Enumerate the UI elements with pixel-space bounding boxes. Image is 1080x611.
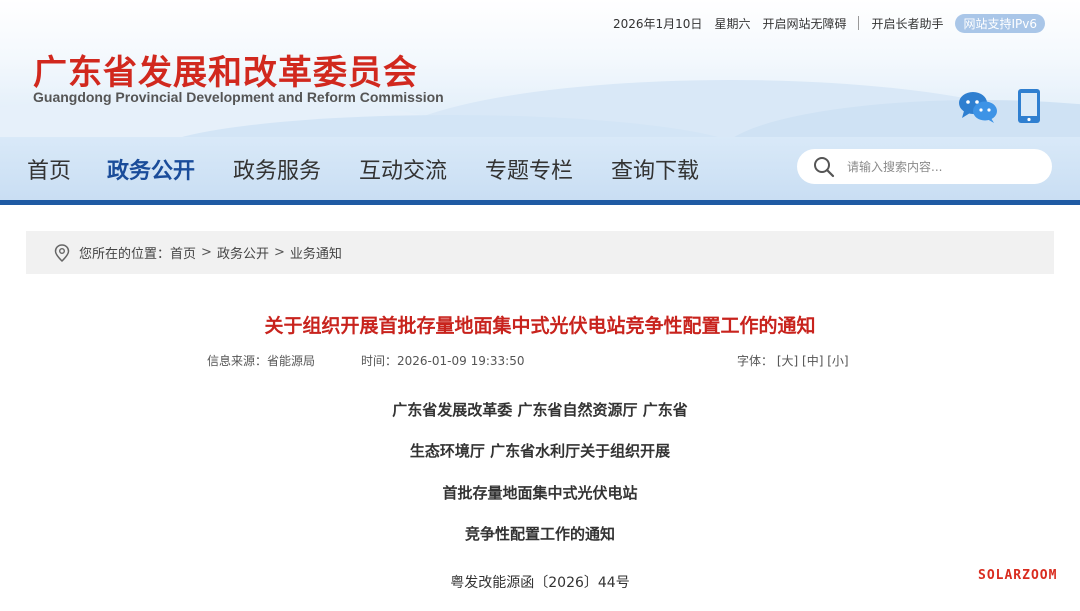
location-pin-icon [54,243,70,262]
time-value: 2026-01-09 19:33:50 [397,354,525,368]
nav-item-home[interactable]: 首页 [27,153,71,185]
article-time: 时间：2026-01-09 19:33:50 [361,352,524,369]
font-size-small[interactable]: [小] [827,354,848,368]
notice-heading-line: 广东省发展改革委 广东省自然资源厅 广东省 [392,401,688,419]
wechat-icon[interactable] [958,90,998,124]
font-size-label: 字体： [737,354,774,368]
nav-item-downloads[interactable]: 查询下载 [611,153,699,185]
notice-heading-line: 生态环境厅 广东省水利厅关于组织开展 [409,442,671,460]
notice-heading-line: 竞争性配置工作的通知 [464,525,615,543]
breadcrumb-business-notice[interactable]: 业务通知 [290,243,342,262]
current-date: 2026年1月10日 [612,16,703,31]
search-icon[interactable] [813,156,835,178]
breadcrumb-government-affairs[interactable]: 政务公开 [217,243,269,262]
watermark: SOLARZOOM [978,568,1058,583]
elderly-assistant-link[interactable]: 开启长者助手 [871,15,943,32]
mobile-icon[interactable] [1017,88,1041,124]
breadcrumb-prefix: 您所在的位置： [79,247,171,262]
nav-item-services[interactable]: 政务服务 [233,153,321,185]
notice-heading-line: 首批存量地面集中式光伏电站 [442,484,638,502]
breadcrumb-separator: > [273,245,285,260]
breadcrumb-separator: > [201,245,212,260]
search-input[interactable] [845,155,1044,179]
ipv6-badge: 网站支持IPv6 [955,13,1045,33]
divider [858,16,860,30]
search-box [797,149,1052,184]
source-value: 省能源局 [267,354,316,368]
document-number: 粤发改能源函〔2026〕44号 [450,575,630,591]
nav-item-government-affairs[interactable]: 政务公开 [107,153,195,185]
top-utility-bar: 2026年1月10日 星期六 开启网站无障碍 开启长者助手 网站支持IPv6 [613,13,1045,33]
source-label: 信息来源： [207,354,268,368]
font-size-large[interactable]: [大] [777,354,798,368]
nav-item-topics[interactable]: 专题专栏 [485,153,573,185]
nav-underline [0,200,1080,205]
accessibility-link[interactable]: 开启网站无障碍 [762,15,846,32]
breadcrumb: 您所在的位置： 首页 > 政务公开 > 业务通知 [26,231,1054,274]
nav-item-interaction[interactable]: 互动交流 [359,153,447,185]
font-size-switcher: 字体： [大] [中] [小] [737,352,849,369]
site-logo-title[interactable]: 广东省发展和改革委员会 [33,45,418,94]
breadcrumb-home[interactable]: 首页 [170,243,196,262]
time-label: 时间： [361,354,398,368]
site-logo-subtitle: Guangdong Provincial Development and Ref… [33,89,444,105]
font-size-medium[interactable]: [中] [802,354,823,368]
article-title: 关于组织开展首批存量地面集中式光伏电站竞争性配置工作的通知 [264,315,816,337]
current-weekday: 星期六 [714,16,751,31]
article-source: 信息来源：省能源局 [207,352,315,369]
